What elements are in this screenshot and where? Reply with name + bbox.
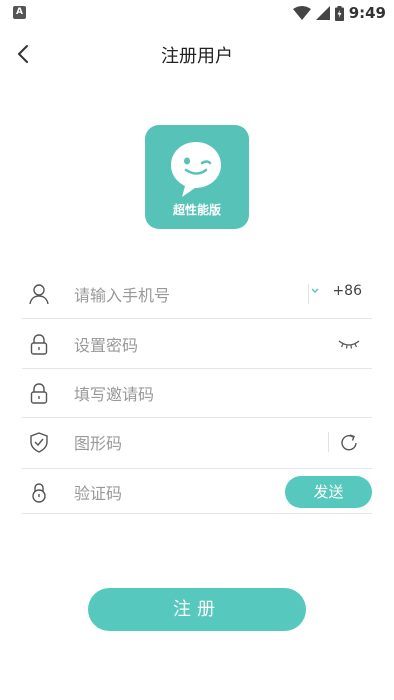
country-code: +86 — [332, 283, 362, 299]
divider — [308, 284, 309, 304]
logo-label: 超性能版 — [172, 203, 221, 217]
phone-row: 请输入手机号 +86 — [22, 270, 372, 319]
signal-icon — [315, 6, 330, 20]
captcha-row: 图形码 — [22, 418, 372, 469]
status-bar: A 9:49 — [0, 0, 394, 26]
sms-code-input[interactable]: 验证码 — [74, 480, 122, 504]
header: 注册用户 — [0, 34, 394, 74]
register-button[interactable]: 注册 — [88, 588, 306, 631]
captcha-input[interactable]: 图形码 — [74, 430, 122, 454]
invite-code-input[interactable]: 填写邀请码 — [74, 381, 154, 405]
invite-code-row: 填写邀请码 — [22, 369, 372, 418]
page-title: 注册用户 — [161, 46, 233, 67]
lock-icon — [30, 383, 48, 404]
divider — [328, 432, 329, 452]
battery-icon — [334, 5, 344, 21]
lock-icon — [30, 334, 48, 355]
status-icons: 9:49 — [292, 3, 386, 23]
phone-input[interactable]: 请输入手机号 — [74, 282, 170, 306]
app-logo: 超性能版 — [145, 125, 249, 229]
shield-icon — [30, 432, 48, 453]
password-row: 设置密码 — [22, 320, 372, 369]
sms-code-row: 验证码 发送 — [22, 468, 372, 514]
eye-closed-icon[interactable] — [338, 338, 360, 350]
clock: 9:49 — [348, 4, 386, 22]
country-code-selector[interactable]: +86 — [310, 283, 362, 299]
wifi-icon — [292, 6, 311, 20]
lock-icon — [32, 483, 46, 503]
refresh-icon[interactable] — [338, 432, 360, 454]
send-code-button[interactable]: 发送 — [285, 476, 372, 508]
notification-app-icon: A — [13, 6, 26, 19]
password-input[interactable]: 设置密码 — [74, 332, 138, 356]
user-icon — [29, 284, 49, 305]
chevron-down-icon — [311, 288, 319, 293]
